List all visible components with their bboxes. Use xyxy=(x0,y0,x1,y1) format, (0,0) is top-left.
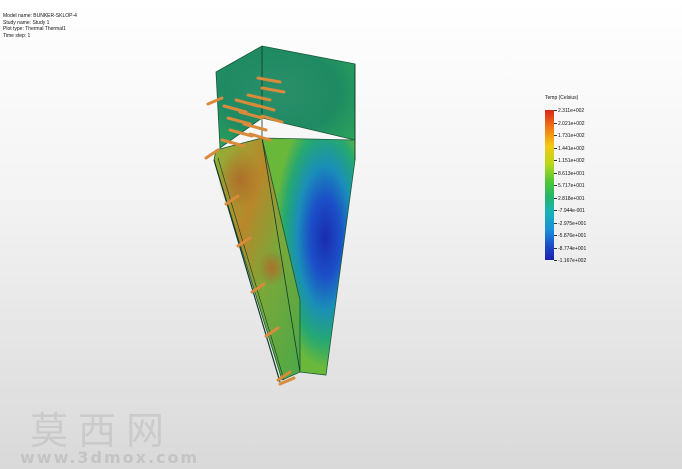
legend-value: 1.731e+002 xyxy=(558,133,585,139)
legend-value: -8.774e+001 xyxy=(558,245,587,252)
hot-spot xyxy=(258,250,286,286)
legend-value: 2.311e+002 xyxy=(558,108,585,114)
legend-tick xyxy=(554,260,557,261)
legend-value: 5.717e+001 xyxy=(558,183,585,189)
legend-value: -5.876e+001 xyxy=(558,233,587,239)
legend-tick xyxy=(554,122,557,124)
legend-value: -7.944e-001 xyxy=(558,208,585,214)
legend-value: -2.975e+001 xyxy=(558,220,587,227)
legend-labels: 2.311e+002 2.021e+002 1.731e+002 1.441e+002… xyxy=(558,108,618,264)
watermark-logo: 莫西网 xyxy=(30,409,175,453)
legend-color-bar xyxy=(545,110,554,260)
watermark-url: www.3dmox.com xyxy=(20,448,200,467)
legend-tick xyxy=(554,210,557,211)
legend-tick xyxy=(554,110,557,111)
legend-tick xyxy=(554,147,557,149)
legend-tick xyxy=(554,247,557,249)
legend-tick xyxy=(554,185,557,186)
legend-tick xyxy=(554,197,557,199)
legend-value: 2.021e+002 xyxy=(558,120,585,127)
legend-tick xyxy=(554,222,557,224)
legend-value: 8.613e+001 xyxy=(558,170,585,177)
legend-value: 1.151e+002 xyxy=(558,158,585,164)
legend-ticks xyxy=(554,110,557,261)
legend-tick xyxy=(554,135,557,136)
legend-tick xyxy=(554,235,557,236)
legend-title: Temp (Celsius) xyxy=(545,95,579,101)
legend-tick xyxy=(554,172,557,174)
legend-value: 2.818e+001 xyxy=(558,195,585,202)
legend-value: -1.167e+002 xyxy=(558,258,587,264)
legend-tick xyxy=(554,160,557,161)
legend-value: 1.441e+002 xyxy=(558,145,585,152)
